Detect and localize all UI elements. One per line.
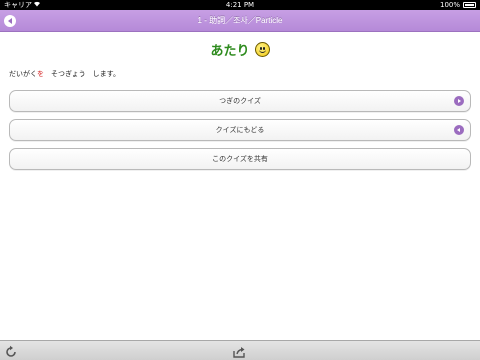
next-quiz-label: つぎのクイズ xyxy=(219,97,261,105)
share-export-icon[interactable] xyxy=(232,344,246,358)
battery-icon xyxy=(463,2,476,8)
next-quiz-button[interactable]: つぎのクイズ xyxy=(9,90,471,112)
smiley-icon xyxy=(254,41,270,57)
status-bar: キャリア 4:21 PM 100% xyxy=(0,0,480,10)
sentence-highlight: を xyxy=(37,70,44,78)
back-to-quiz-label: クイズにもどる xyxy=(215,126,265,134)
share-quiz-label: このクイズを共有 xyxy=(212,155,268,163)
sentence-after: そつぎょう します。 xyxy=(44,70,120,78)
battery-percent: 100% xyxy=(439,1,460,9)
page-title: 1 - 助詞／조사／Particle xyxy=(197,16,283,25)
back-to-quiz-button[interactable]: クイズにもどる xyxy=(9,119,471,141)
refresh-icon[interactable] xyxy=(4,344,18,358)
navigation-bar: 1 - 助詞／조사／Particle xyxy=(0,10,480,32)
sentence-before: だいがく xyxy=(9,70,37,78)
result-heading: あたり xyxy=(0,38,480,60)
chevron-right-icon xyxy=(454,96,464,106)
status-time: 4:21 PM xyxy=(225,1,255,9)
share-quiz-button[interactable]: このクイズを共有 xyxy=(9,148,471,170)
bottom-toolbar xyxy=(0,340,480,360)
result-text: あたり xyxy=(210,43,250,59)
chevron-left-icon xyxy=(454,125,464,135)
quiz-sentence: だいがくを そつぎょう します。 xyxy=(9,68,120,80)
